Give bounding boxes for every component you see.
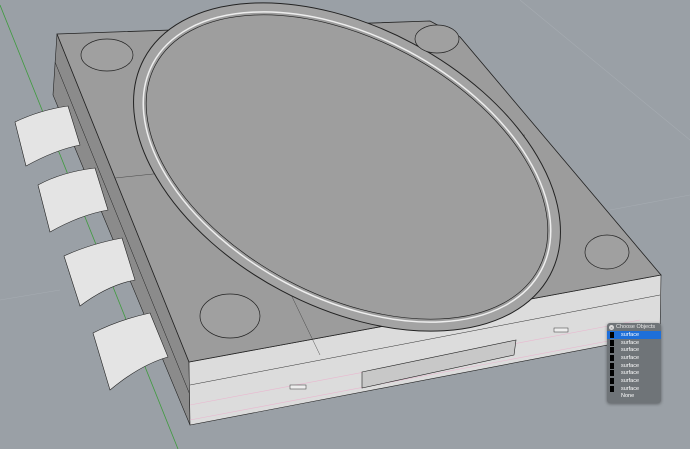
color-swatch-icon <box>610 354 614 361</box>
object-option[interactable]: surface <box>607 331 661 339</box>
color-swatch-icon <box>610 339 614 346</box>
object-option-label: surface <box>621 362 640 369</box>
object-option[interactable]: surface <box>607 385 661 393</box>
object-option-label: surface <box>621 385 640 392</box>
none-option[interactable]: None <box>607 393 661 401</box>
color-swatch-icon <box>610 347 614 354</box>
hole-icon <box>584 234 630 270</box>
lead-tab <box>37 167 109 233</box>
color-swatch-icon <box>610 362 614 369</box>
choose-objects-popup: × Choose Objects surface surface surface su… <box>607 323 661 403</box>
object-option-label: surface <box>621 377 640 384</box>
object-option-label: surface <box>621 331 640 338</box>
color-swatch-icon <box>610 377 614 384</box>
object-option-label: surface <box>621 339 640 346</box>
3d-viewport[interactable] <box>0 0 690 449</box>
popup-title: Choose Objects <box>616 324 656 330</box>
object-option[interactable]: surface <box>607 339 661 347</box>
object-option[interactable]: surface <box>607 346 661 354</box>
lead-tab <box>14 105 81 167</box>
object-option[interactable]: surface <box>607 354 661 362</box>
color-swatch-icon <box>610 370 614 377</box>
hole-icon <box>80 38 134 72</box>
object-option-label: surface <box>621 370 640 377</box>
object-option-label: surface <box>621 354 640 361</box>
color-swatch-icon <box>610 385 614 392</box>
popup-header: × Choose Objects <box>607 323 661 331</box>
object-option[interactable]: surface <box>607 369 661 377</box>
object-option-label: surface <box>621 347 640 354</box>
hole-icon <box>199 293 261 339</box>
object-option[interactable]: surface <box>607 377 661 385</box>
hole-icon <box>414 24 460 54</box>
object-option[interactable]: surface <box>607 362 661 370</box>
lead-tab <box>63 237 136 307</box>
color-swatch-icon <box>610 331 614 338</box>
close-icon[interactable]: × <box>609 324 614 330</box>
